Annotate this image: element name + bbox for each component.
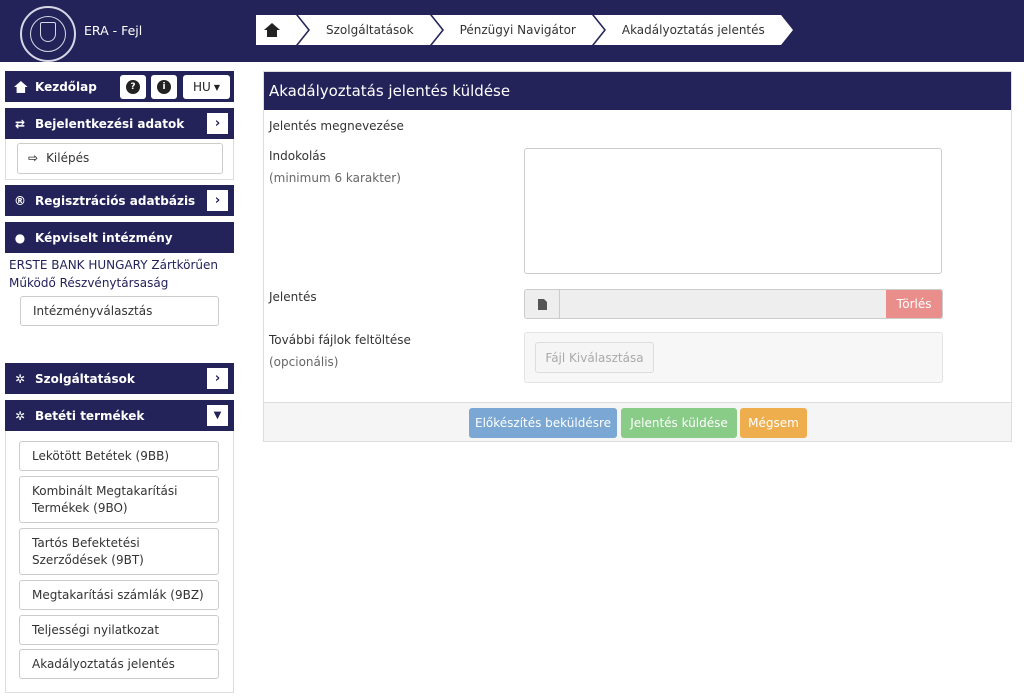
registered-icon: ®	[14, 193, 26, 208]
sign-out-icon: ⇨	[28, 151, 39, 165]
sidebar-represented-institution-label: Képviselt intézmény	[35, 230, 173, 245]
file-icon-box	[525, 290, 560, 318]
language-dropdown[interactable]: HU ▼	[183, 75, 230, 99]
form-footer: Előkészítés beküldésre Jelentés küldése …	[264, 402, 1011, 441]
institution-select-button[interactable]: Intézményválasztás	[20, 296, 219, 326]
cancel-button[interactable]: Mégsem	[740, 408, 807, 438]
report-name-label: Jelentés megnevezése	[269, 119, 404, 133]
choose-file-button[interactable]: Fájl Kiválasztása	[535, 342, 654, 373]
reason-hint: (minimum 6 karakter)	[269, 171, 401, 185]
extra-files-label: További fájlok feltöltése	[269, 333, 411, 347]
extra-files-upload-area: Fájl Kiválasztása	[524, 332, 943, 383]
language-value: HU	[193, 80, 211, 94]
reason-textarea[interactable]	[524, 148, 942, 274]
menu-item-combined-savings[interactable]: Kombinált Megtakarítási Termékek (9BO)	[19, 476, 219, 523]
reason-label: Indokolás	[269, 149, 326, 163]
breadcrumb: Szolgáltatások Pénzügyi Navigátor Akadál…	[256, 15, 793, 45]
gear-icon: ✲	[14, 371, 26, 386]
page-title: Akadályoztatás jelentés küldése	[264, 72, 1011, 110]
menu-item-savings-accounts[interactable]: Megtakarítási számlák (9BZ)	[19, 580, 219, 610]
sidebar-deposit-products-label: Betéti termékek	[35, 408, 145, 423]
delete-button[interactable]: Törlés	[886, 290, 942, 318]
caret-down-icon: ▼	[213, 82, 220, 92]
sidebar-login-data[interactable]: ⇄ Bejelentkezési adatok ›	[5, 108, 234, 139]
report-file-field[interactable]: Törlés	[524, 289, 943, 319]
help-button[interactable]: ?	[120, 75, 146, 99]
sidebar-represented-institution: ● Képviselt intézmény	[5, 222, 234, 253]
breadcrumb-item-services[interactable]: Szolgáltatások	[298, 15, 442, 45]
logout-button[interactable]: ⇨ Kilépés	[17, 143, 223, 174]
menu-item-completeness-statement[interactable]: Teljességi nyilatkozat	[19, 615, 219, 645]
app-title: ERA - Fejl	[84, 23, 143, 38]
gear-icon: ✲	[14, 408, 26, 423]
home-icon	[13, 80, 28, 94]
menu-item-long-term-investment[interactable]: Tartós Befektetési Szerződések (9BT)	[19, 528, 219, 575]
question-icon: ?	[126, 80, 140, 94]
institution-name: ERSTE BANK HUNGARY Zártkörűen Működő Rés…	[9, 258, 218, 290]
chevron-down-icon[interactable]: ▼	[207, 405, 228, 426]
info-icon: i	[157, 80, 171, 94]
menu-item-obstruction-report[interactable]: Akadályoztatás jelentés	[19, 649, 219, 679]
info-button[interactable]: i	[151, 75, 177, 99]
report-label: Jelentés	[269, 290, 317, 304]
sidebar-login-data-label: Bejelentkezési adatok	[35, 116, 185, 131]
chevron-right-icon[interactable]: ›	[207, 190, 228, 211]
home-icon	[264, 23, 280, 37]
user-icon: ●	[14, 230, 26, 245]
sidebar-services-label: Szolgáltatások	[35, 371, 135, 386]
extra-files-hint: (opcionális)	[269, 355, 339, 369]
prepare-submit-button[interactable]: Előkészítés beküldésre	[469, 408, 617, 438]
sidebar-deposit-products[interactable]: ✲ Betéti termékek ▼	[5, 400, 234, 431]
chevron-right-icon[interactable]: ›	[207, 113, 228, 134]
menu-item-fixed-deposits[interactable]: Lekötött Betétek (9BB)	[19, 441, 219, 471]
report-form-panel: Akadályoztatás jelentés küldése Jelentés…	[263, 71, 1012, 442]
send-report-button[interactable]: Jelentés küldése	[621, 408, 737, 438]
top-header: ERA - Fejl Szolgáltatások Pénzügyi Navig…	[0, 0, 1024, 62]
sidebar-registration-db[interactable]: ® Regisztrációs adatbázis ›	[5, 185, 234, 216]
logout-label: Kilépés	[46, 151, 90, 165]
sidebar-services[interactable]: ✲ Szolgáltatások ›	[5, 363, 234, 394]
sidebar-registration-db-label: Regisztrációs adatbázis	[35, 193, 196, 208]
breadcrumb-home[interactable]	[256, 15, 308, 45]
breadcrumb-item-obstruction-report[interactable]: Akadályoztatás jelentés	[593, 15, 793, 45]
sidebar-home-label: Kezdőlap	[35, 79, 97, 94]
swap-arrows-icon: ⇄	[14, 116, 26, 131]
file-icon	[537, 298, 547, 310]
coat-of-arms-logo	[20, 6, 76, 62]
chevron-right-icon[interactable]: ›	[207, 368, 228, 389]
breadcrumb-item-financial-navigator[interactable]: Pénzügyi Navigátor	[431, 15, 605, 45]
